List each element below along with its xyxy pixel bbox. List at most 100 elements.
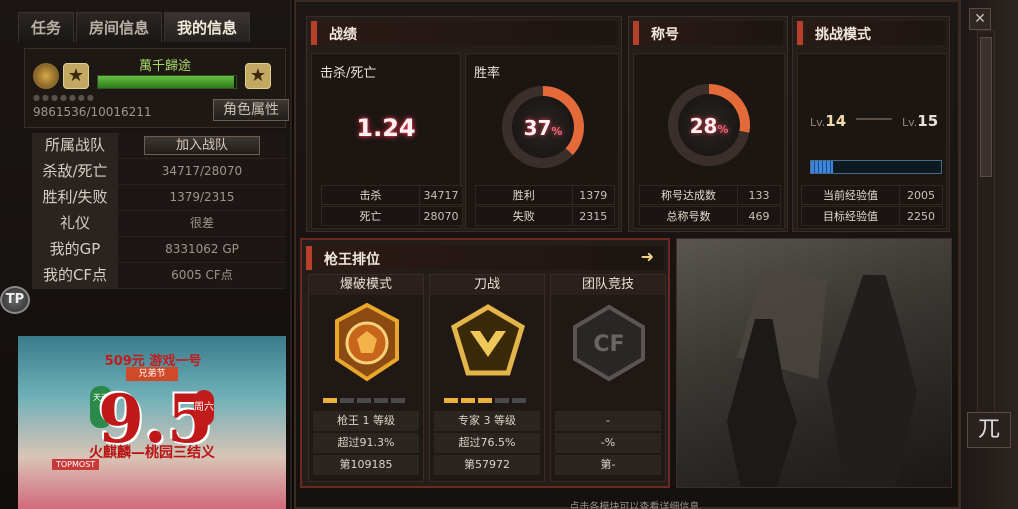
tab-room-info[interactable]: 房间信息 xyxy=(76,12,163,42)
challenge-title: 挑战模式 xyxy=(815,27,871,43)
banner-subtitle: 兄弟节 xyxy=(126,367,178,381)
svg-text:CF: CF xyxy=(593,332,624,357)
losses-row: 失败 2315 xyxy=(475,206,615,226)
promo-banner[interactable]: 509元 游戏一号 兄弟节 天天 9.5 周六 火麒麟—桃园三结义 TOPMOS… xyxy=(18,336,286,509)
rank-column-demolition[interactable]: 爆破模式 枪王 1 等级 超过91.3% 第109185 xyxy=(308,274,424,482)
winrate-label: 胜率 xyxy=(474,66,501,81)
deaths-row: 死亡 28070 xyxy=(321,206,463,226)
kv-label: 称号达成数 xyxy=(640,186,738,204)
stat-label: 杀敌/死亡 xyxy=(32,159,118,184)
ranking-more-arrow-icon[interactable]: ➜ xyxy=(641,247,654,266)
rank-level: - xyxy=(555,411,661,431)
stat-value: 34717/28070 xyxy=(118,159,286,184)
kv-value: 133 xyxy=(748,189,770,202)
kv-value: 28070 xyxy=(423,210,459,223)
rank-emblem-icon xyxy=(33,63,59,89)
stat-row-clan: 所属战队 加入战队 xyxy=(32,133,286,159)
ranking-title: 枪王排位 xyxy=(324,252,380,268)
tp-logo-icon[interactable]: TP xyxy=(0,286,30,314)
title-pct-value: 28% xyxy=(689,114,729,138)
title-card-header: 称号 xyxy=(633,21,783,45)
winrate-ring: 37% xyxy=(502,86,584,168)
scrollbar-thumb[interactable] xyxy=(980,37,992,177)
cf-logo-icon: CF xyxy=(573,304,645,382)
side-scroll-strip: ✕ 兀 xyxy=(960,0,1018,509)
player-name: 萬千歸途 xyxy=(138,59,191,74)
winrate-value: 37% xyxy=(523,116,563,140)
kv-value: 469 xyxy=(748,210,770,223)
stat-label: 礼仪 xyxy=(32,211,118,236)
rank-position: 第57972 xyxy=(434,455,540,475)
kv-label: 失败 xyxy=(476,207,573,225)
stat-value: 1379/2315 xyxy=(118,185,286,210)
demolition-medal-icon xyxy=(335,303,399,382)
player-stats-table: 所属战队 加入战队 杀敌/死亡 34717/28070 胜利/失败 1379/2… xyxy=(32,133,286,289)
knife-medal-icon xyxy=(451,304,525,376)
challenge-card[interactable]: 挑战模式 Lv.14 Lv.15 当前经验值 2005 目标经验值 2250 xyxy=(792,16,950,232)
exp-value: 9861536/10016211 xyxy=(33,105,152,119)
titles-total-row: 总称号数 469 xyxy=(639,206,781,226)
tab-tasks[interactable]: 任务 xyxy=(18,12,75,42)
stat-value: 6005 CF点 xyxy=(118,263,286,288)
stat-label: 我的CF点 xyxy=(32,263,118,288)
stat-label: 所属战队 xyxy=(32,133,118,158)
join-clan-button[interactable]: 加入战队 xyxy=(144,136,260,155)
profile-card: ★ 萬千歸途 ★ ●●●●●●● 9861536/10016211 角色属性 xyxy=(24,48,289,128)
soldier-silhouette xyxy=(827,275,917,487)
stat-row-win-loss: 胜利/失败 1379/2315 xyxy=(32,185,286,211)
tab-my-info[interactable]: 我的信息 xyxy=(164,12,251,42)
level-from: Lv.14 xyxy=(810,112,847,130)
banner-small-tag: TOPMOST xyxy=(52,459,100,470)
record-card[interactable]: 战绩 击杀/死亡 1.24 胜率 37% 击杀 34717 死亡 28070 胜利 1… xyxy=(306,16,622,232)
level-arrow-icon xyxy=(856,118,892,120)
title-progress-ring: 28% xyxy=(668,84,750,166)
kv-label: 胜利 xyxy=(476,186,573,204)
kv-value: 2250 xyxy=(907,210,935,223)
scrollbar[interactable] xyxy=(977,30,995,430)
rank-position: 第- xyxy=(555,455,661,475)
kd-value: 1.24 xyxy=(356,114,416,142)
rank-percentile: 超过76.5% xyxy=(434,433,540,453)
kv-label: 目标经验值 xyxy=(802,207,900,225)
close-icon[interactable]: ✕ xyxy=(969,8,991,30)
gun-king-ranking-card[interactable]: 枪王排位 ➜ 爆破模式 枪王 1 等级 超过91.3% 第109185 刀战 专… xyxy=(300,238,670,488)
kv-value: 34717 xyxy=(423,189,459,202)
kv-value: 1379 xyxy=(579,189,608,202)
stats-detail-panel: 战绩 击杀/死亡 1.24 胜率 37% 击杀 34717 死亡 28070 胜利 1… xyxy=(294,0,960,509)
character-artwork xyxy=(676,238,952,488)
stat-row-etiquette: 礼仪 很差 xyxy=(32,211,286,237)
rank-column-knife[interactable]: 刀战 专家 3 等级 超过76.5% 第57972 xyxy=(429,274,545,482)
rank-stars xyxy=(323,398,405,403)
rank-mode-name: 刀战 xyxy=(430,275,544,295)
rank-position: 第109185 xyxy=(313,455,419,475)
challenge-progress-bar xyxy=(810,160,942,174)
panel-tabs: 任务 房间信息 我的信息 xyxy=(18,12,252,42)
stat-label: 我的GP xyxy=(32,237,118,262)
stat-row-cf-points: 我的CF点 6005 CF点 xyxy=(32,263,286,289)
challenge-card-header: 挑战模式 xyxy=(797,21,945,45)
title-card[interactable]: 称号 28% 称号达成数 133 总称号数 469 xyxy=(628,16,788,232)
level-to: Lv.15 xyxy=(902,112,939,130)
side-menu-icon[interactable]: 兀 xyxy=(967,412,1011,448)
kv-value: 2005 xyxy=(907,189,935,202)
exp-bar xyxy=(97,75,237,89)
stat-row-kd: 杀敌/死亡 34717/28070 xyxy=(32,159,286,185)
rank-percentile: 超过91.3% xyxy=(313,433,419,453)
stat-value: 加入战队 xyxy=(118,133,286,158)
record-title: 战绩 xyxy=(329,27,357,43)
player-info-panel: 任务 房间信息 我的信息 ★ 萬千歸途 ★ ●●●●●●● 9861536/10… xyxy=(0,0,292,509)
kd-label: 击杀/死亡 xyxy=(320,66,377,81)
rank-star-icon: ★ xyxy=(63,63,89,89)
role-attributes-button[interactable]: 角色属性 xyxy=(213,99,289,121)
kv-label: 当前经验值 xyxy=(802,186,900,204)
rank-stars xyxy=(444,398,526,403)
rank-percentile: -% xyxy=(555,433,661,453)
stat-row-gp: 我的GP 8331062 GP xyxy=(32,237,286,263)
kv-label: 总称号数 xyxy=(640,207,738,225)
rank-mode-name: 爆破模式 xyxy=(309,275,423,295)
wins-row: 胜利 1379 xyxy=(475,185,615,205)
stat-label: 胜利/失败 xyxy=(32,185,118,210)
rank-column-team-deathmatch[interactable]: 团队竞技 CF - -% 第- xyxy=(550,274,666,482)
rank-level: 专家 3 等级 xyxy=(434,411,540,431)
title-card-title: 称号 xyxy=(651,27,679,43)
